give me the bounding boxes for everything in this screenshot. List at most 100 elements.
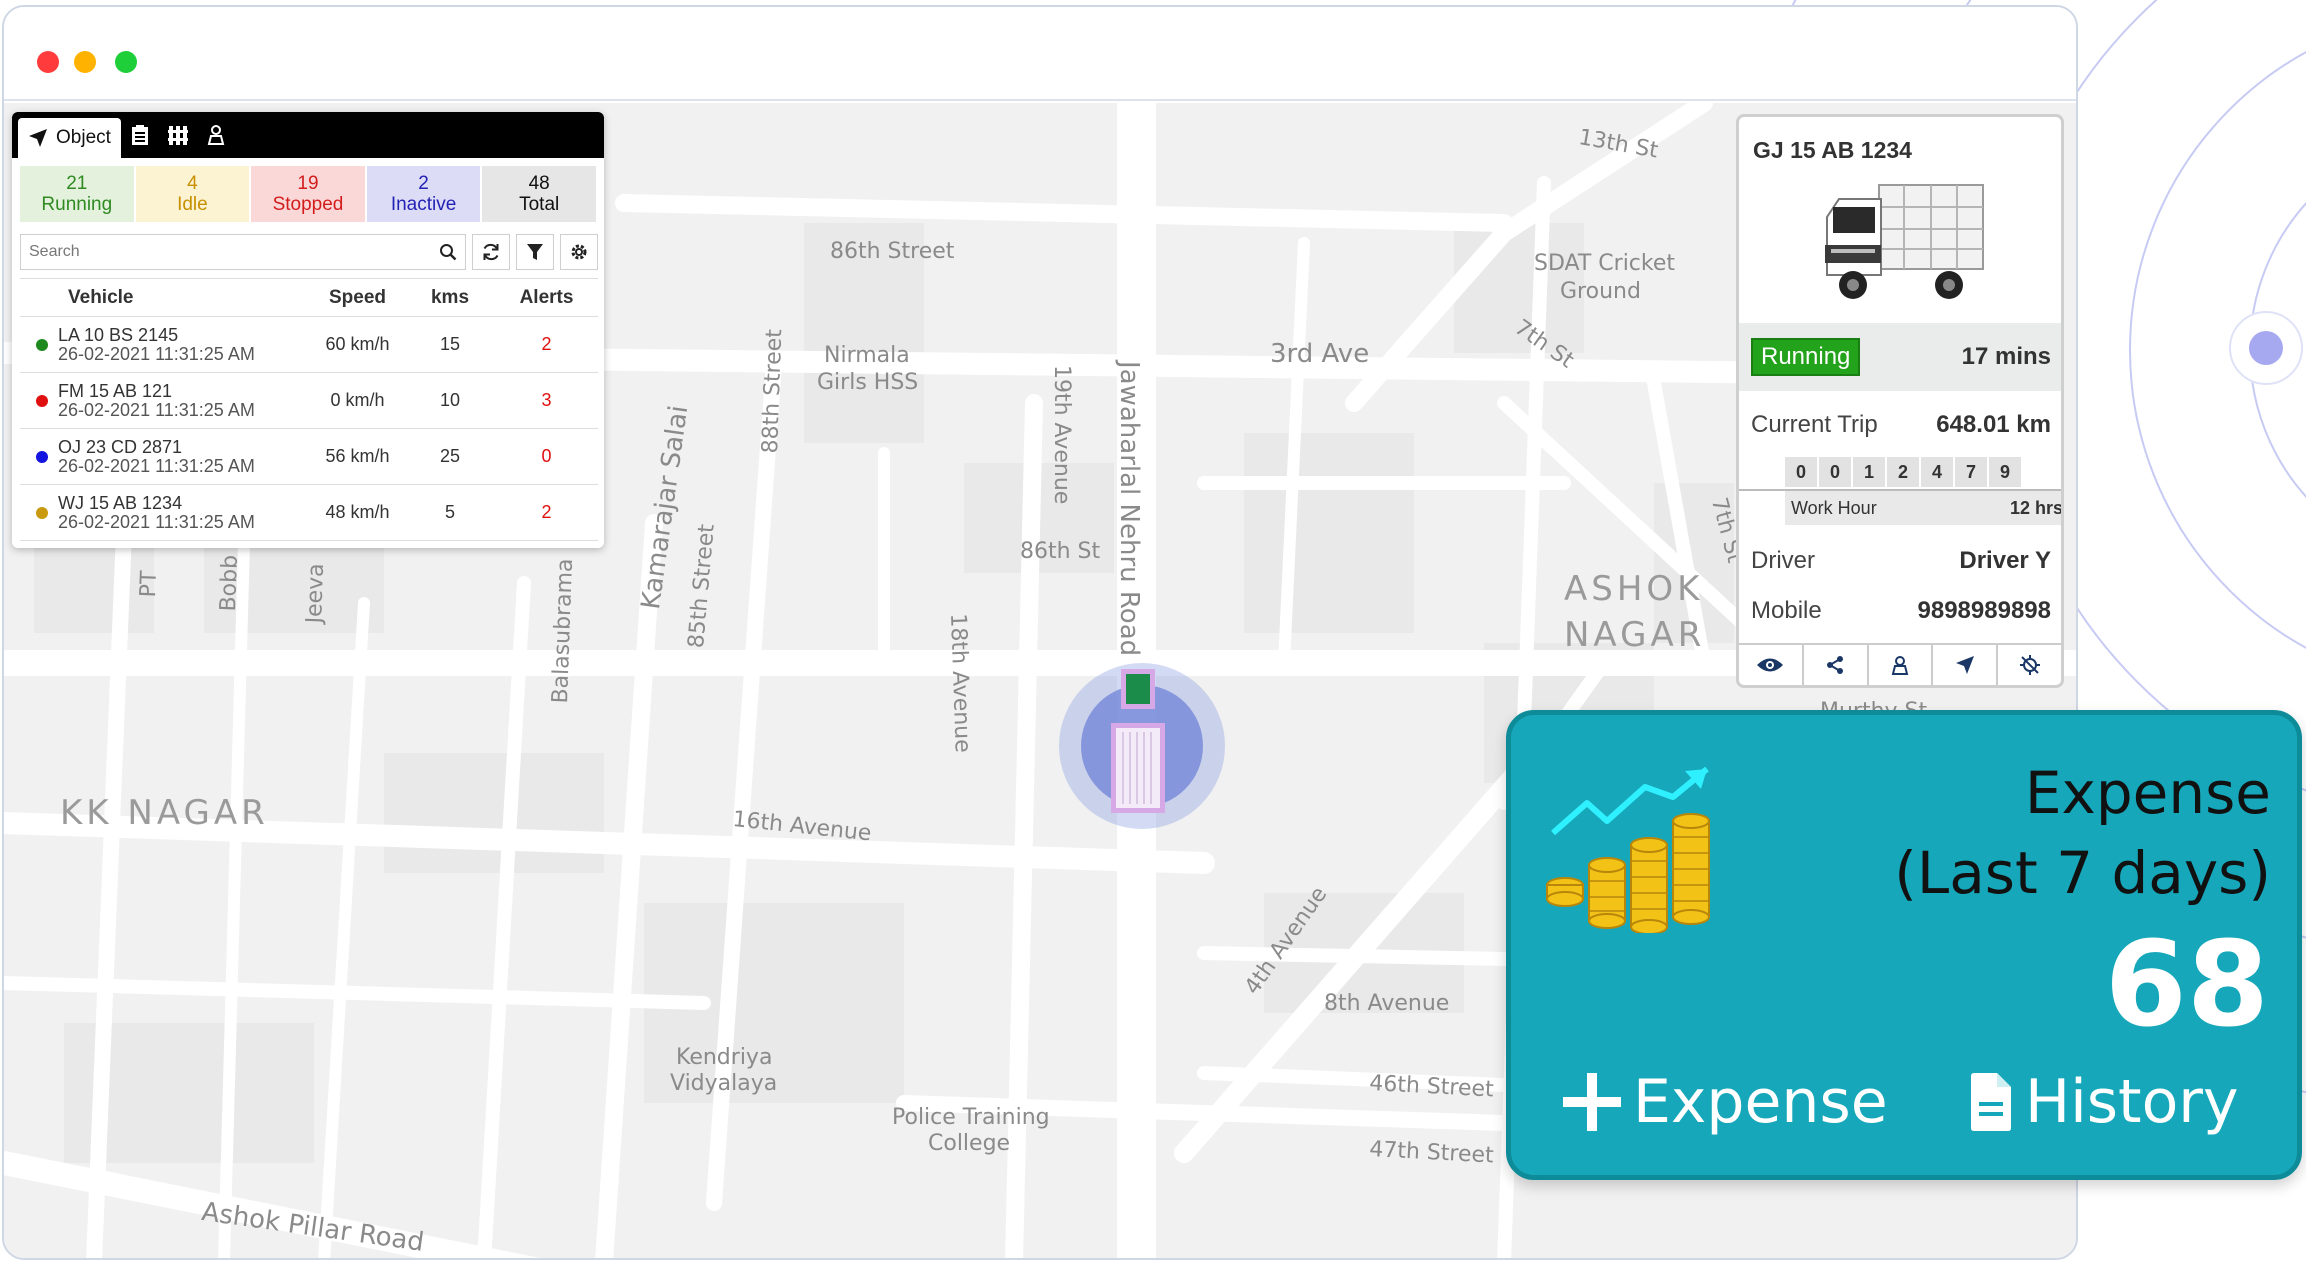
driver-label: Driver: [1751, 547, 1815, 574]
share-button[interactable]: [1804, 645, 1869, 685]
vehicle-speed: 48 km/h: [325, 502, 390, 522]
vehicle-timestamp: 26-02-2021 11:31:25 AM: [58, 455, 255, 476]
status-summary: 21 Running 4 Idle 19 Stopped 2 Inactive …: [20, 166, 598, 222]
expense-history-label: History: [2025, 1067, 2239, 1137]
vehicle-cell: FM 15 AB 121 26-02-2021 11:31:25 AM: [20, 381, 310, 420]
odometer-digit: 1: [1853, 457, 1885, 487]
table-row[interactable]: WJ 15 AB 1234 26-02-2021 11:31:25 AM 48 …: [20, 485, 598, 541]
vehicle-speed: 56 km/h: [325, 446, 390, 466]
close-window-button[interactable]: [37, 51, 59, 73]
odometer-digit: 4: [1921, 457, 1953, 487]
vehicle-kms: 15: [439, 334, 461, 354]
truck-marker-icon[interactable]: [1111, 723, 1165, 813]
settings-button[interactable]: [560, 234, 598, 270]
tab-object-label: Object: [56, 127, 111, 148]
mobile-value: 9898989898: [1917, 597, 2051, 624]
search-icon[interactable]: [439, 243, 457, 261]
table-row[interactable]: LA 10 BS 2145 26-02-2021 11:31:25 AM 60 …: [20, 317, 598, 373]
map-label-18th-avenue: 18th Avenue: [945, 613, 975, 754]
map-label-ashok: ASHOK: [1564, 569, 1704, 609]
vehicle-kms: 5: [444, 502, 455, 522]
map-label-balasubrama: Balasubrama: [548, 558, 579, 704]
search-placeholder: Search: [29, 243, 80, 260]
map-label-kk-nagar: KK NAGAR: [60, 793, 269, 833]
expense-history-button[interactable]: History: [1969, 1067, 2238, 1137]
tab-reports[interactable]: [121, 112, 159, 158]
status-idle-label: Idle: [177, 194, 208, 215]
plus-icon: [1563, 1073, 1621, 1131]
vehicle-cell: WJ 15 AB 1234 26-02-2021 11:31:25 AM: [20, 492, 310, 532]
status-idle-count: 4: [187, 173, 198, 194]
vehicle-alerts: 0: [541, 446, 552, 466]
tab-geofence[interactable]: [159, 112, 197, 158]
mobile-label: Mobile: [1751, 597, 1822, 624]
column-alerts[interactable]: Alerts: [495, 287, 598, 309]
map-label-sdat-cricket: SDAT Cricket: [1534, 251, 1676, 276]
status-total[interactable]: 48 Total: [482, 166, 596, 222]
coins-growth-icon: [1546, 766, 1710, 933]
status-running[interactable]: 21 Running: [20, 166, 134, 222]
column-vehicle[interactable]: Vehicle: [20, 287, 310, 309]
current-trip-value: 648.01 km: [1936, 411, 2051, 438]
map-label-vidyalaya: Vidyalaya: [670, 1071, 778, 1096]
odometer-digit: 0: [1819, 457, 1851, 487]
current-trip-label: Current Trip: [1751, 411, 1878, 438]
search-toolbar: Search: [20, 234, 598, 270]
status-inactive-label: Inactive: [390, 194, 457, 215]
map-label-jeeva: Jeeva: [302, 562, 330, 624]
status-idle[interactable]: 4 Idle: [135, 166, 250, 222]
add-expense-button[interactable]: Expense: [1561, 1067, 1888, 1137]
refresh-button[interactable]: [472, 234, 510, 270]
view-button[interactable]: [1739, 645, 1804, 685]
fence-icon: [167, 126, 188, 145]
driver-button[interactable]: [1869, 645, 1934, 685]
maximize-window-button[interactable]: [115, 51, 137, 73]
column-speed[interactable]: Speed: [310, 287, 405, 309]
search-input[interactable]: Search: [20, 234, 466, 270]
vehicle-alerts: 2: [541, 334, 552, 354]
status-running-count: 21: [66, 173, 88, 194]
column-kms[interactable]: kms: [405, 287, 495, 309]
vehicle-speed: 0 km/h: [330, 390, 385, 410]
vehicle-status-dot: [36, 506, 48, 519]
vehicle-kms: 10: [439, 390, 461, 410]
map-label-nagar: NAGAR: [1564, 615, 1706, 655]
vehicle-name: OJ 23 CD 2871: [58, 436, 183, 457]
vehicle-alerts: 2: [541, 502, 552, 522]
odometer: 0 0 1 2 4 7 9: [1785, 457, 2021, 487]
map-label-ground: Ground: [1560, 279, 1641, 304]
filter-button[interactable]: [516, 234, 554, 270]
status-stopped[interactable]: 19 Stopped: [251, 166, 365, 222]
status-inactive[interactable]: 2 Inactive: [366, 166, 481, 222]
map-label-19th-avenue: 19th Avenue: [1049, 365, 1074, 505]
filter-icon: [527, 244, 543, 260]
map-label-3rd-ave: 3rd Ave: [1270, 339, 1370, 369]
add-expense-label: Expense: [1633, 1067, 1888, 1137]
vehicle-timestamp: 26-02-2021 11:31:25 AM: [58, 343, 255, 364]
vehicle-cell: OJ 23 CD 2871 26-02-2021 11:31:25 AM: [20, 436, 310, 476]
map-label-girls-hss: Girls HSS: [817, 370, 919, 395]
truck-cab-icon: [1121, 669, 1155, 709]
map-label-nirmala: Nirmala: [824, 343, 910, 368]
table-row[interactable]: FM 15 AB 121 26-02-2021 11:31:25 AM 0 km…: [20, 373, 598, 429]
vehicle-status-dot: [36, 394, 48, 407]
vehicle-name: WJ 15 AB 1234: [58, 492, 183, 513]
minimize-window-button[interactable]: [74, 51, 96, 73]
object-panel-tabs: Object: [12, 112, 604, 158]
mobile-row: Mobile 9898989898: [1751, 597, 2051, 625]
status-badge: Running: [1751, 338, 1861, 376]
tab-object[interactable]: Object: [18, 118, 121, 158]
location-off-button[interactable]: [1998, 645, 2061, 685]
vehicle-timestamp: 26-02-2021 11:31:25 AM: [58, 511, 255, 532]
navigate-button[interactable]: [1933, 645, 1999, 685]
table-row[interactable]: OJ 23 CD 2871 26-02-2021 11:31:25 AM 56 …: [20, 429, 598, 485]
tab-drivers[interactable]: [197, 112, 235, 158]
vehicle-status-dot: [36, 338, 48, 351]
navigate-icon: [1955, 656, 1974, 674]
location-off-icon: [2019, 655, 2040, 675]
status-running-label: Running: [41, 194, 113, 215]
vehicle-kms: 25: [439, 446, 461, 466]
expense-title-line1: Expense: [2024, 759, 2271, 827]
odometer-digit: 7: [1955, 457, 1987, 487]
window-titlebar: [4, 7, 2076, 101]
